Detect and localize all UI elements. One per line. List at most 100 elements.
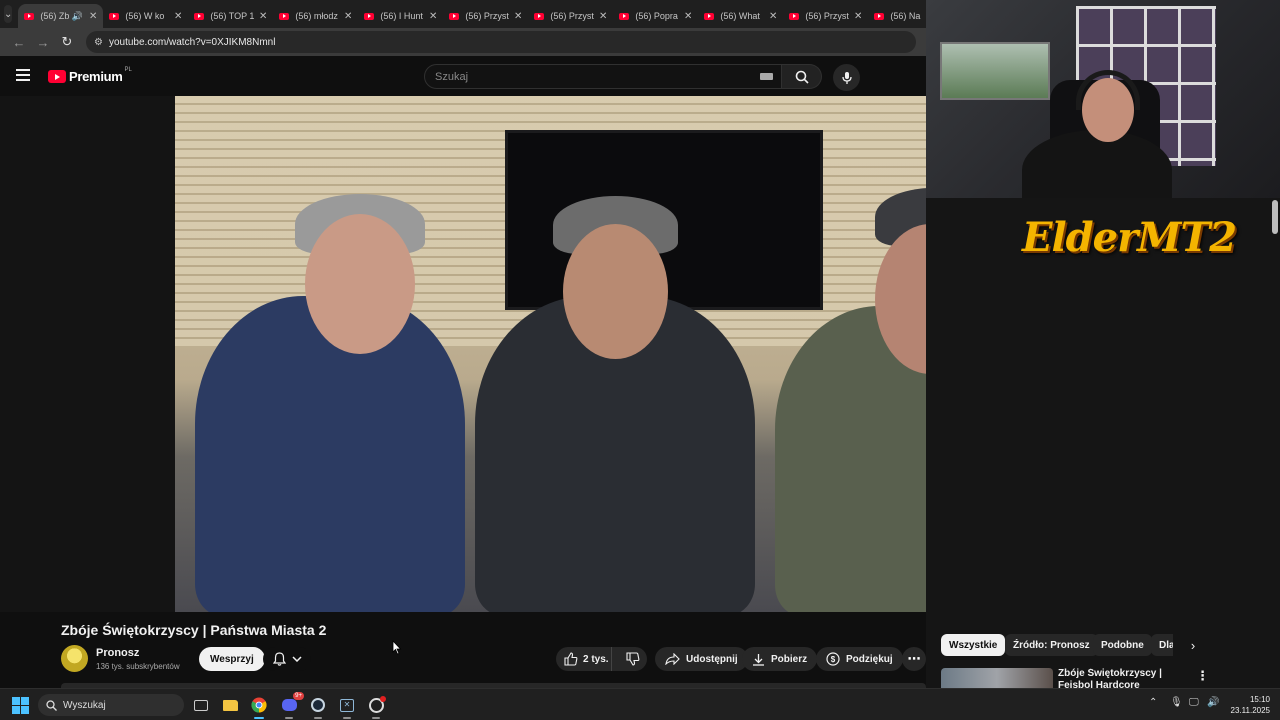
start-button[interactable]	[12, 697, 29, 714]
search-icon	[795, 70, 809, 84]
close-tab-icon[interactable]: ✕	[344, 11, 352, 22]
discord-notification-badge: 9+	[293, 692, 304, 700]
close-tab-icon[interactable]: ✕	[259, 11, 267, 22]
taskbar-search[interactable]: Wyszukaj	[38, 694, 184, 716]
reload-button[interactable]: ↻	[56, 31, 78, 53]
close-tab-icon[interactable]: ✕	[174, 11, 182, 22]
thanks-button[interactable]: $ Podziękuj	[816, 647, 903, 671]
browser-tab[interactable]: (56) Przyst ✕	[783, 4, 868, 28]
youtube-favicon-icon	[279, 12, 290, 20]
tab-search-dropdown[interactable]: ⌄	[4, 5, 13, 23]
task-view-button[interactable]	[191, 695, 211, 715]
related-video-menu-button[interactable]: ⋮	[1196, 668, 1209, 684]
browser-tab[interactable]: (56) Przyst ✕	[528, 4, 613, 28]
join-button[interactable]: Wesprzyj	[199, 647, 265, 671]
subscriber-count: 136 tys. subskrybentów	[96, 662, 180, 671]
mouse-cursor-icon	[392, 640, 402, 655]
youtube-favicon-icon	[24, 12, 35, 20]
thumbs-down-icon	[626, 652, 640, 666]
more-actions-button[interactable]: ⋯	[902, 647, 926, 671]
download-button[interactable]: Pobierz	[742, 647, 818, 671]
video-title: Zbóje Świętokrzyscy | Państwa Miasta 2	[61, 622, 327, 638]
forward-button[interactable]: →	[32, 31, 54, 53]
file-explorer-button[interactable]	[220, 695, 240, 715]
channel-name[interactable]: Pronosz	[96, 647, 139, 659]
tray-microphone-button[interactable]: 🎙	[1170, 697, 1183, 708]
tab-title: (56) Przyst	[805, 11, 849, 21]
excel-button[interactable]: ✕	[337, 695, 357, 719]
eldermt2-logo: ElderMT2	[1022, 214, 1237, 261]
chip-all[interactable]: Wszystkie	[941, 634, 1006, 656]
close-tab-icon[interactable]: ✕	[769, 11, 777, 22]
related-video-thumbnail[interactable]	[941, 668, 1053, 688]
hamburger-menu-icon[interactable]	[16, 69, 30, 81]
keyboard-icon[interactable]	[760, 73, 773, 80]
video-player[interactable]	[0, 96, 926, 612]
browser-tab[interactable]: (56) I Hunt ✕	[358, 4, 443, 28]
chip-related[interactable]: Podobne	[1093, 634, 1152, 656]
close-tab-icon[interactable]: ✕	[429, 11, 437, 22]
taskbar-clock[interactable]: 15:10 23.11.2025	[1228, 694, 1270, 716]
bell-icon	[272, 652, 286, 666]
person-middle-head	[563, 224, 668, 359]
windows-taskbar: Wyszukaj 9+ ✕ ⌃ 🎙 🖵 🔊 15:10 23.11.2025	[0, 688, 1280, 720]
search-input[interactable]	[424, 64, 782, 89]
browser-tab[interactable]: (56) młodz ✕	[273, 4, 358, 28]
youtube-logo[interactable]: Premium PL	[48, 66, 132, 84]
clock-date: 23.11.2025	[1230, 706, 1270, 715]
youtube-header: Premium PL	[0, 56, 926, 96]
tab-title: (56) TOP 1	[210, 11, 255, 21]
arrow-right-icon: →	[36, 34, 50, 50]
youtube-favicon-icon	[704, 12, 715, 20]
voice-search-button[interactable]	[833, 64, 860, 91]
tab-title: (56) Przyst	[550, 11, 594, 21]
chip-from-channel[interactable]: Źródło: Pronosz	[1005, 634, 1098, 656]
chip-for-you[interactable]: Dla	[1151, 634, 1173, 656]
video-frame[interactable]	[175, 96, 926, 612]
related-video-title[interactable]: Zbóje Świętokrzyscy | Fejsbol Hardcore	[1058, 668, 1188, 688]
tray-overflow-button[interactable]: ⌃	[1149, 697, 1157, 708]
chips-next-button[interactable]: ›	[1182, 634, 1204, 656]
youtube-favicon-icon	[364, 12, 375, 20]
browser-tab[interactable]: (56) Popra ✕	[613, 4, 698, 28]
discord-button[interactable]: 9+	[279, 692, 304, 719]
close-tab-icon[interactable]: ✕	[854, 11, 862, 22]
scrollbar-thumb[interactable]	[1272, 200, 1278, 234]
tray-network-button[interactable]: 🖵	[1189, 697, 1199, 708]
tray-volume-button[interactable]: 🔊	[1207, 697, 1219, 708]
browser-tab[interactable]: (56) W ko ✕	[103, 4, 188, 28]
site-settings-icon[interactable]: ⚙	[94, 37, 103, 48]
close-tab-icon[interactable]: ✕	[684, 11, 692, 22]
region-code: PL	[124, 66, 132, 73]
close-tab-icon[interactable]: ✕	[514, 11, 522, 22]
download-icon	[753, 653, 764, 666]
browser-tab[interactable]: (56) What ✕	[698, 4, 783, 28]
back-button[interactable]: ←	[8, 31, 30, 53]
share-button[interactable]: Udostępnij	[655, 647, 748, 671]
youtube-favicon-icon	[619, 12, 630, 20]
steam-button[interactable]	[308, 695, 328, 719]
svg-text:$: $	[831, 655, 836, 664]
like-button[interactable]: 2 tys.	[556, 647, 613, 671]
address-bar[interactable]: ⚙ youtube.com/watch?v=0XJIKM8Nmnl	[86, 31, 916, 53]
notifications-button[interactable]	[263, 647, 311, 671]
channel-avatar[interactable]	[61, 645, 88, 672]
tab-title: (56) Popra	[635, 11, 678, 21]
browser-tab[interactable]: (56) Zb 🔊 ✕	[18, 4, 104, 28]
speaker-icon[interactable]: 🔊	[72, 11, 83, 22]
close-tab-icon[interactable]: ✕	[599, 11, 607, 22]
taskbar-search-placeholder: Wyszukaj	[63, 699, 106, 711]
chrome-button[interactable]	[249, 695, 269, 719]
dislike-button[interactable]	[618, 647, 647, 671]
browser-tab[interactable]: (56) TOP 1 ✕	[188, 4, 273, 28]
browser-tab[interactable]: (56) Przyst ✕	[443, 4, 528, 28]
url-text: youtube.com/watch?v=0XJIKM8Nmnl	[108, 36, 276, 48]
close-tab-icon[interactable]: ✕	[89, 11, 97, 22]
discord-icon	[281, 699, 297, 711]
youtube-favicon-icon	[194, 12, 205, 20]
youtube-favicon-icon	[534, 12, 545, 20]
microphone-icon: 🎙	[1170, 697, 1183, 708]
obs-button[interactable]	[366, 695, 386, 719]
search-button[interactable]	[782, 64, 822, 89]
page-scrollbar[interactable]	[1270, 198, 1280, 688]
